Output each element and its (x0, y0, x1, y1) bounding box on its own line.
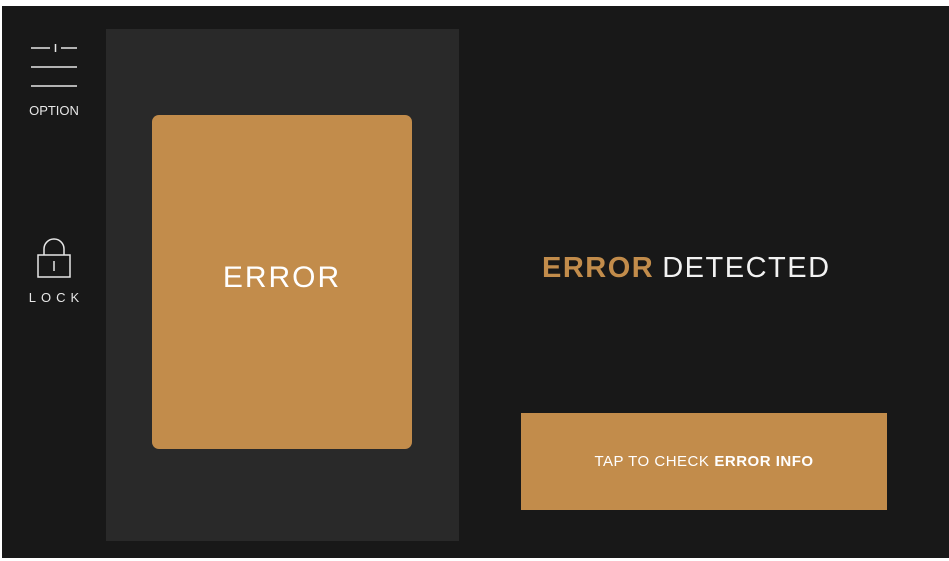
check-button-highlight: ERROR INFO (714, 453, 814, 470)
lock-label: LOCK (28, 290, 85, 305)
error-panel: ERROR (106, 29, 459, 541)
check-error-info-button[interactable]: TAP TO CHECK ERROR INFO (521, 413, 887, 510)
status-text: DETECTED (662, 252, 831, 284)
lock-icon (37, 238, 71, 283)
error-card-label: ERROR (222, 261, 342, 294)
option-label: OPTION (29, 103, 79, 118)
status-heading: ERROR DETECTED (542, 252, 831, 285)
option-button[interactable]: OPTION (20, 44, 88, 118)
screen: OPTION LOCK ERROR ERROR DETECTED TAP TO C… (2, 6, 949, 558)
lock-button[interactable]: LOCK (20, 238, 88, 305)
sliders-icon (29, 44, 79, 95)
status-highlight: ERROR (542, 252, 655, 284)
error-card[interactable]: ERROR (152, 115, 412, 449)
check-button-prefix: TAP TO CHECK (594, 453, 710, 470)
